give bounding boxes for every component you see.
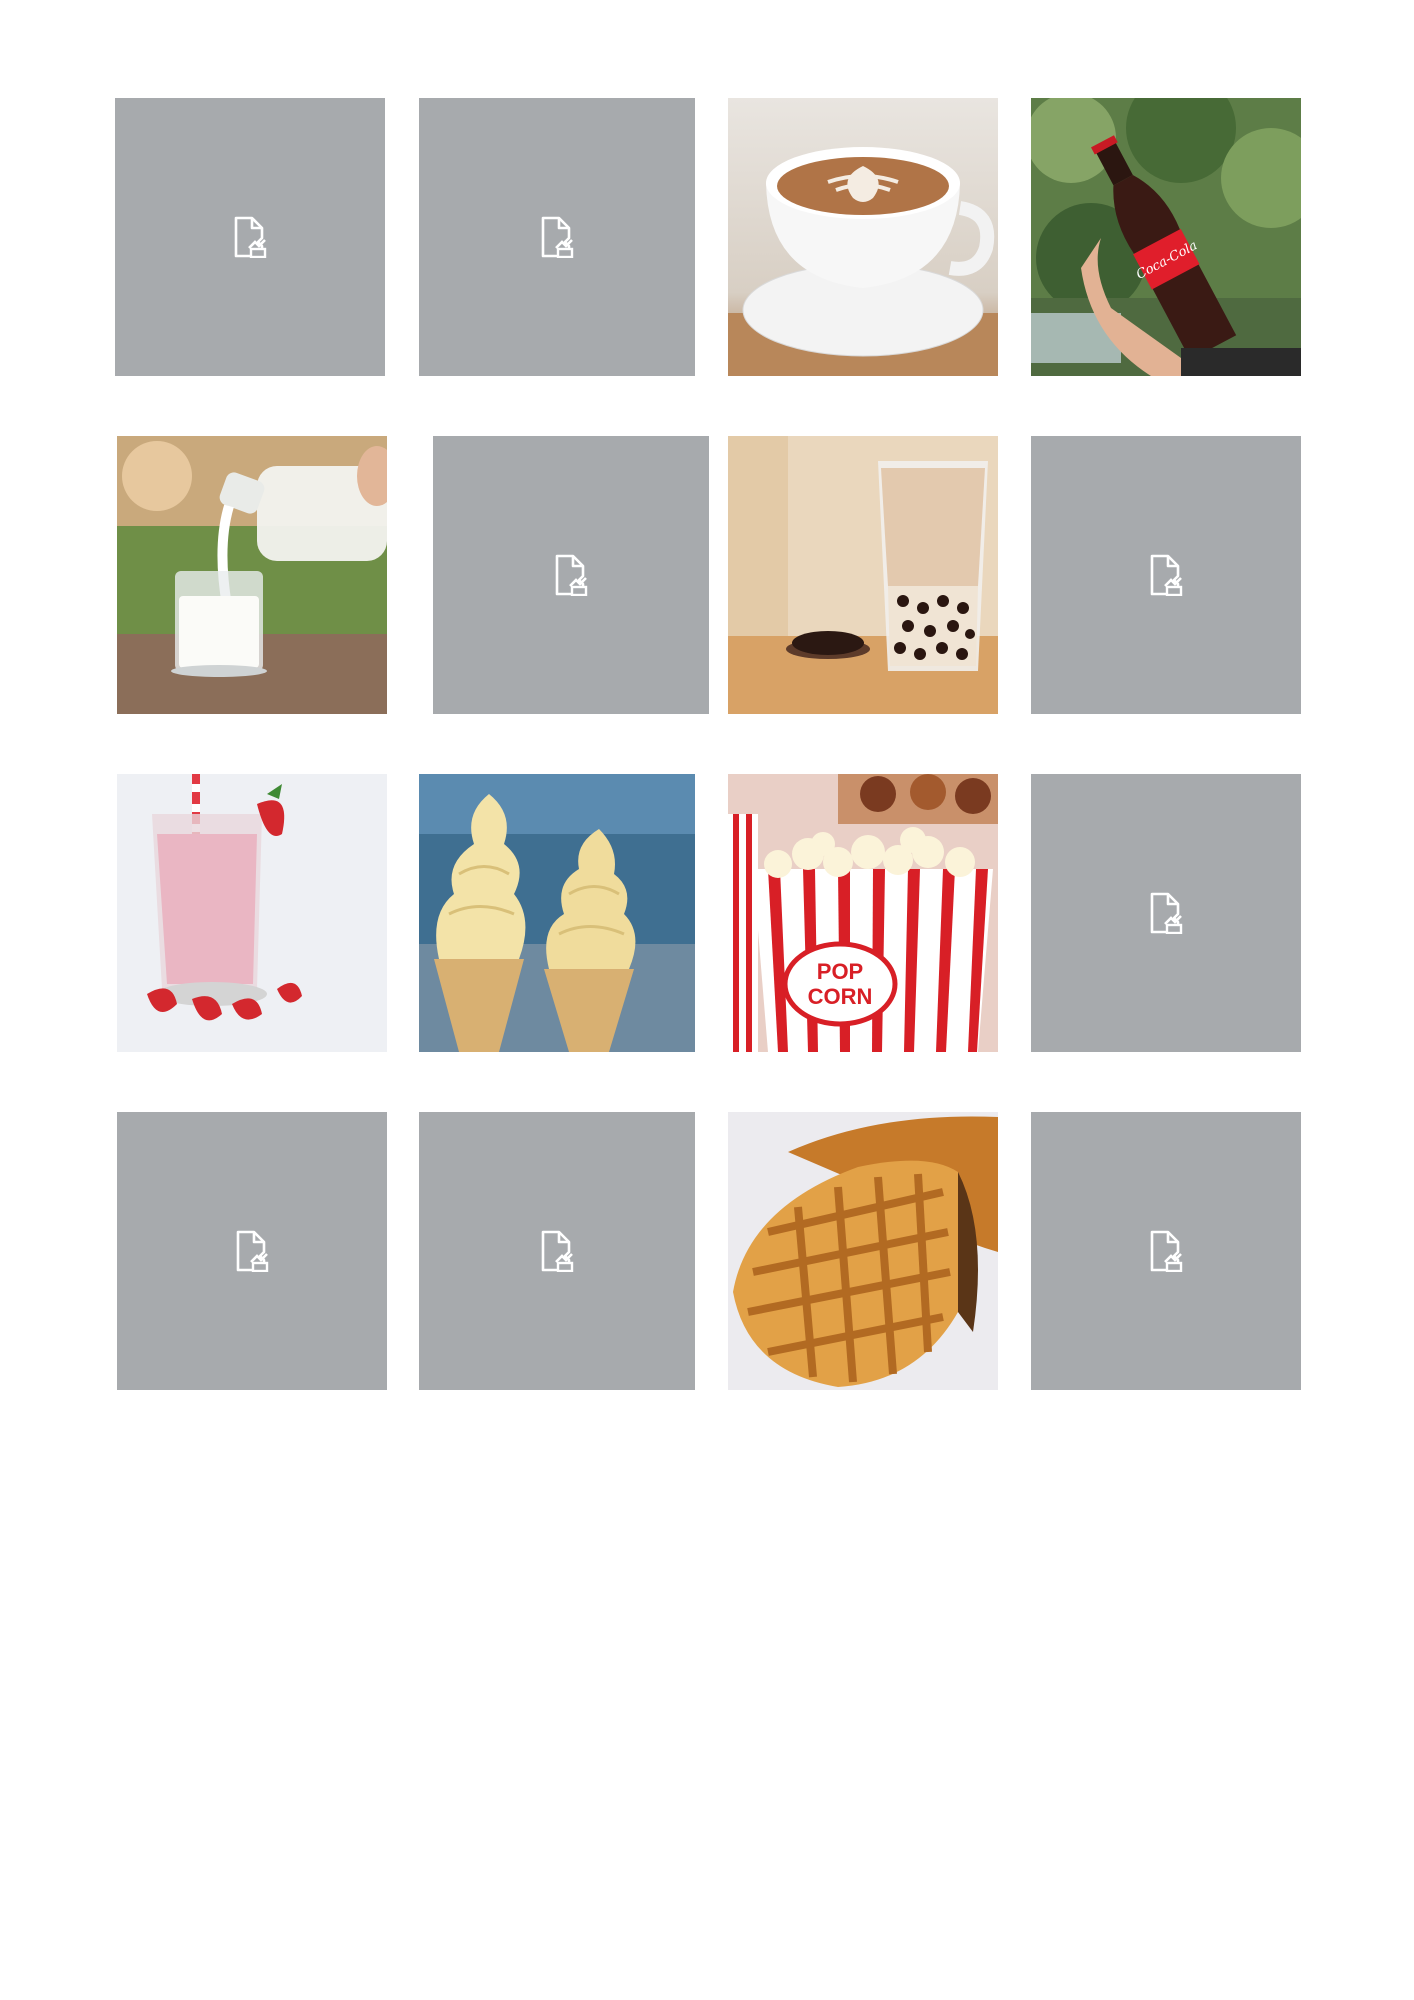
popcorn-logo-corn: CORN [808, 984, 873, 1009]
image-placeholder-5[interactable] [1031, 774, 1301, 1052]
popcorn-image[interactable]: POP CORN [728, 774, 998, 1052]
ice-cream-image[interactable] [419, 774, 695, 1052]
broken-image-icon [540, 1230, 574, 1272]
waffle-image[interactable] [728, 1112, 998, 1390]
broken-image-icon [235, 1230, 269, 1272]
broken-image-icon [1149, 1230, 1183, 1272]
popcorn-photo: POP CORN [728, 774, 998, 1052]
broken-image-icon [540, 216, 574, 258]
waffle-photo [728, 1112, 998, 1390]
milkshake-image[interactable] [117, 774, 387, 1052]
image-placeholder-8[interactable] [1031, 1112, 1301, 1390]
coca-cola-image[interactable]: Coca-Cola [1031, 98, 1301, 376]
coffee-photo [728, 98, 998, 376]
ice-cream-photo [419, 774, 695, 1052]
milk-photo [117, 436, 387, 714]
milkshake-photo [117, 774, 387, 1052]
popcorn-logo-pop: POP [817, 959, 863, 984]
coca-cola-photo: Coca-Cola [1031, 98, 1301, 376]
milk-image[interactable] [117, 436, 387, 714]
image-placeholder-6[interactable] [117, 1112, 387, 1390]
broken-image-icon [1149, 554, 1183, 596]
image-placeholder-1[interactable] [115, 98, 385, 376]
broken-image-icon [554, 554, 588, 596]
image-placeholder-4[interactable] [1031, 436, 1301, 714]
image-placeholder-3[interactable] [433, 436, 709, 714]
coffee-image[interactable] [728, 98, 998, 376]
image-placeholder-7[interactable] [419, 1112, 695, 1390]
bubble-tea-photo [728, 436, 998, 714]
broken-image-icon [1149, 892, 1183, 934]
image-placeholder-2[interactable] [419, 98, 695, 376]
broken-image-icon [233, 216, 267, 258]
bubble-tea-image[interactable] [728, 436, 998, 714]
